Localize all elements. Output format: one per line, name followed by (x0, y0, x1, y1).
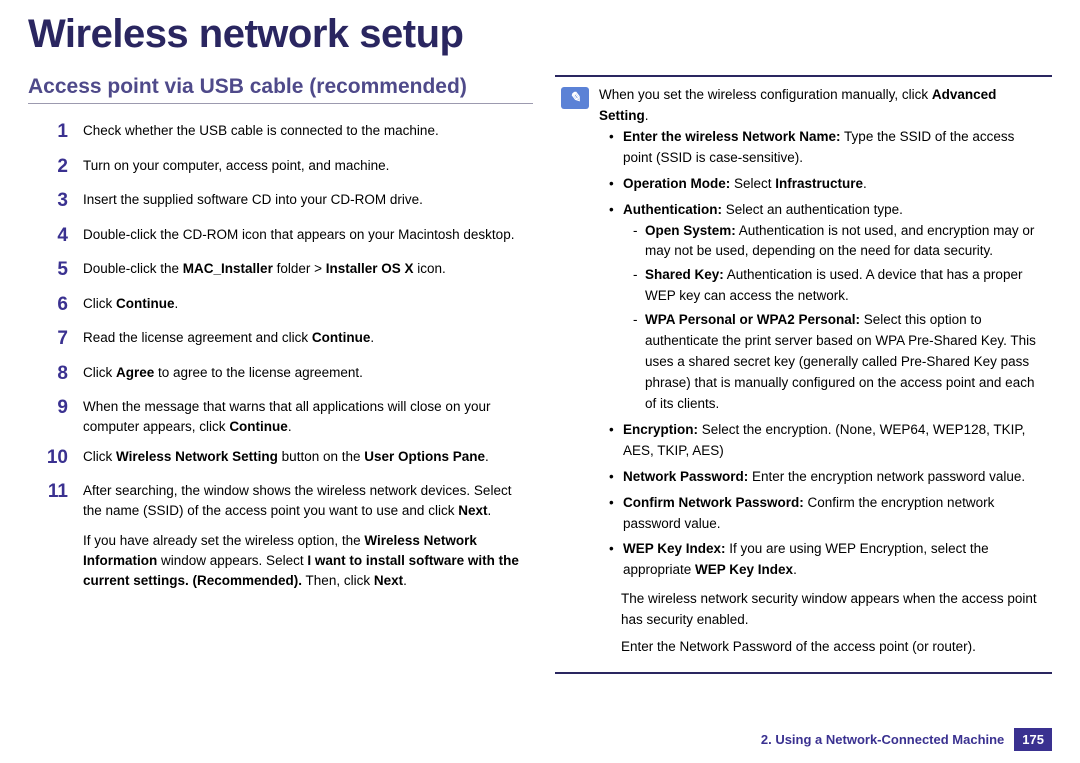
bullet-item: Network Password: Enter the encryption n… (609, 467, 1046, 488)
step-number: 1 (28, 118, 68, 147)
advanced-settings-list: Enter the wireless Network Name: Type th… (599, 127, 1046, 581)
step-number: 2 (28, 153, 68, 182)
step-number: 8 (28, 360, 68, 389)
step-number: 9 (28, 394, 68, 423)
step: 11 After searching, the window shows the … (28, 478, 533, 522)
dash-item: Shared Key: Authentication is used. A de… (623, 265, 1046, 307)
note-box: ✎ When you set the wireless configuratio… (555, 75, 1052, 674)
step-body: Insert the supplied software CD into you… (83, 187, 533, 210)
step: 2 Turn on your computer, access point, an… (28, 153, 533, 182)
step: 5 Double-click the MAC_Installer folder >… (28, 256, 533, 285)
step-number: 4 (28, 222, 68, 251)
note-icon: ✎ (561, 87, 589, 109)
step-body: After searching, the window shows the wi… (83, 478, 533, 522)
step-number: 5 (28, 256, 68, 285)
step: 4 Double-click the CD-ROM icon that appea… (28, 222, 533, 251)
step-body: Turn on your computer, access point, and… (83, 153, 533, 176)
steps-list: 1 Check whether the USB cable is connecte… (28, 118, 533, 522)
step: 3 Insert the supplied software CD into yo… (28, 187, 533, 216)
bullet-item: Confirm Network Password: Confirm the en… (609, 493, 1046, 535)
step-number: 11 (28, 478, 68, 507)
step: 6 Click Continue. (28, 291, 533, 320)
step-body: Click Wireless Network Setting button on… (83, 444, 533, 467)
step-body: Check whether the USB cable is connected… (83, 118, 533, 141)
step-body: Click Agree to agree to the license agre… (83, 360, 533, 383)
step-body: Read the license agreement and click Con… (83, 325, 533, 348)
step-body: Double-click the CD-ROM icon that appear… (83, 222, 533, 245)
bullet-item: Enter the wireless Network Name: Type th… (609, 127, 1046, 169)
step-number: 7 (28, 325, 68, 354)
note-tail: The wireless network security window app… (599, 589, 1046, 658)
step-number: 6 (28, 291, 68, 320)
step-11-tail: If you have already set the wireless opt… (28, 528, 533, 592)
bullet-item: Authentication: Select an authentication… (609, 200, 1046, 415)
right-column: ✎ When you set the wireless configuratio… (555, 75, 1052, 684)
bullet-item: Operation Mode: Select Infrastructure. (609, 174, 1046, 195)
footer-text: 2. Using a Network-Connected Machine (761, 732, 1004, 747)
step-body: When the message that warns that all app… (83, 394, 533, 438)
dash-item: Open System: Authentication is not used,… (623, 221, 1046, 263)
step: 7 Read the license agreement and click Co… (28, 325, 533, 354)
section-heading: Access point via USB cable (recommended) (28, 75, 533, 99)
tail-paragraph: The wireless network security window app… (621, 589, 1046, 631)
tail-paragraph: Enter the Network Password of the access… (621, 637, 1046, 658)
bullet-item: WEP Key Index: If you are using WEP Encr… (609, 539, 1046, 581)
dash-item: WPA Personal or WPA2 Personal: Select th… (623, 310, 1046, 415)
left-column: Access point via USB cable (recommended)… (28, 75, 533, 684)
content-columns: Access point via USB cable (recommended)… (28, 75, 1052, 684)
step: 1 Check whether the USB cable is connecte… (28, 118, 533, 147)
step: 8 Click Agree to agree to the license agr… (28, 360, 533, 389)
step-number: 3 (28, 187, 68, 216)
step-body: Double-click the MAC_Installer folder > … (83, 256, 533, 279)
note-text: When you set the wireless configuration … (599, 85, 1046, 127)
section-rule (28, 103, 533, 104)
page-title: Wireless network setup (28, 12, 1052, 57)
step-number: 10 (28, 444, 68, 473)
bullet-item: Encryption: Select the encryption. (None… (609, 420, 1046, 462)
step: 9 When the message that warns that all ap… (28, 394, 533, 438)
step-body: Click Continue. (83, 291, 533, 314)
page-footer: 2. Using a Network-Connected Machine 175 (761, 728, 1052, 751)
page-number: 175 (1014, 728, 1052, 751)
step: 10 Click Wireless Network Setting button … (28, 444, 533, 473)
